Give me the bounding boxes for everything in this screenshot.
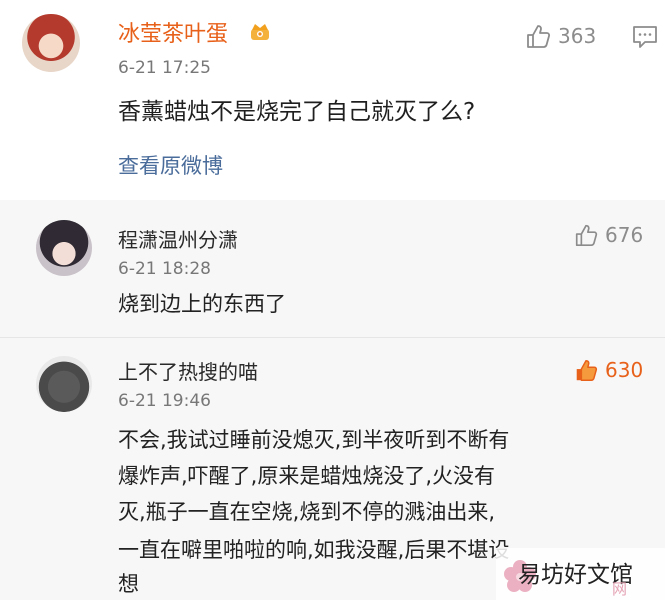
post-like-button[interactable]: 363 bbox=[524, 22, 596, 50]
post-author-avatar[interactable] bbox=[22, 14, 80, 72]
comment-author-avatar[interactable] bbox=[36, 220, 92, 276]
thumbs-up-icon bbox=[576, 359, 598, 381]
post-like-count: 363 bbox=[558, 24, 597, 48]
comment-content: 烧到边上的东西了 bbox=[118, 292, 286, 316]
thumbs-up-icon bbox=[527, 25, 551, 48]
post-content: 香薰蜡烛不是烧完了自己就灭了么? bbox=[118, 99, 476, 125]
comment-content-line: 不会,我试过睡前没熄灭,到半夜听到不断有 bbox=[118, 428, 510, 452]
comment-timestamp: 6-21 19:46 bbox=[118, 391, 211, 411]
comment-icon[interactable] bbox=[632, 25, 658, 49]
crown-badge-icon bbox=[251, 24, 269, 40]
view-original-post-link[interactable]: 查看原微博 bbox=[118, 150, 223, 180]
comment-author-name[interactable]: 上不了热搜的喵 bbox=[118, 356, 258, 385]
comment-divider bbox=[0, 337, 665, 338]
comment-content-line: 灭,瓶子一直在空烧,烧到不停的溅油出来, bbox=[118, 500, 496, 524]
post-author-name[interactable]: 冰莹茶叶蛋 bbox=[118, 16, 228, 48]
watermark-subtext: 网 bbox=[612, 580, 628, 598]
comment-like-button-liked[interactable]: 630 bbox=[573, 357, 643, 383]
comment-like-count: 630 bbox=[605, 358, 644, 382]
comment-author-name[interactable]: 程潇温州分潇 bbox=[118, 224, 238, 253]
comment-timestamp: 6-21 18:28 bbox=[118, 259, 211, 279]
thumbs-up-icon bbox=[575, 224, 598, 247]
comment-content-line: 爆炸声,吓醒了,原来是蜡烛烧没了,火没有 bbox=[118, 464, 496, 488]
comment-like-button[interactable]: 676 bbox=[573, 222, 643, 248]
comment-content-line: 一直在噼里啪啦的响,如我没醒,后果不堪设 bbox=[118, 538, 510, 562]
comment-like-count: 676 bbox=[605, 223, 644, 247]
post-timestamp: 6-21 17:25 bbox=[118, 58, 211, 78]
comment-author-avatar[interactable] bbox=[36, 356, 92, 412]
comment-content-line: 想 bbox=[118, 572, 139, 596]
